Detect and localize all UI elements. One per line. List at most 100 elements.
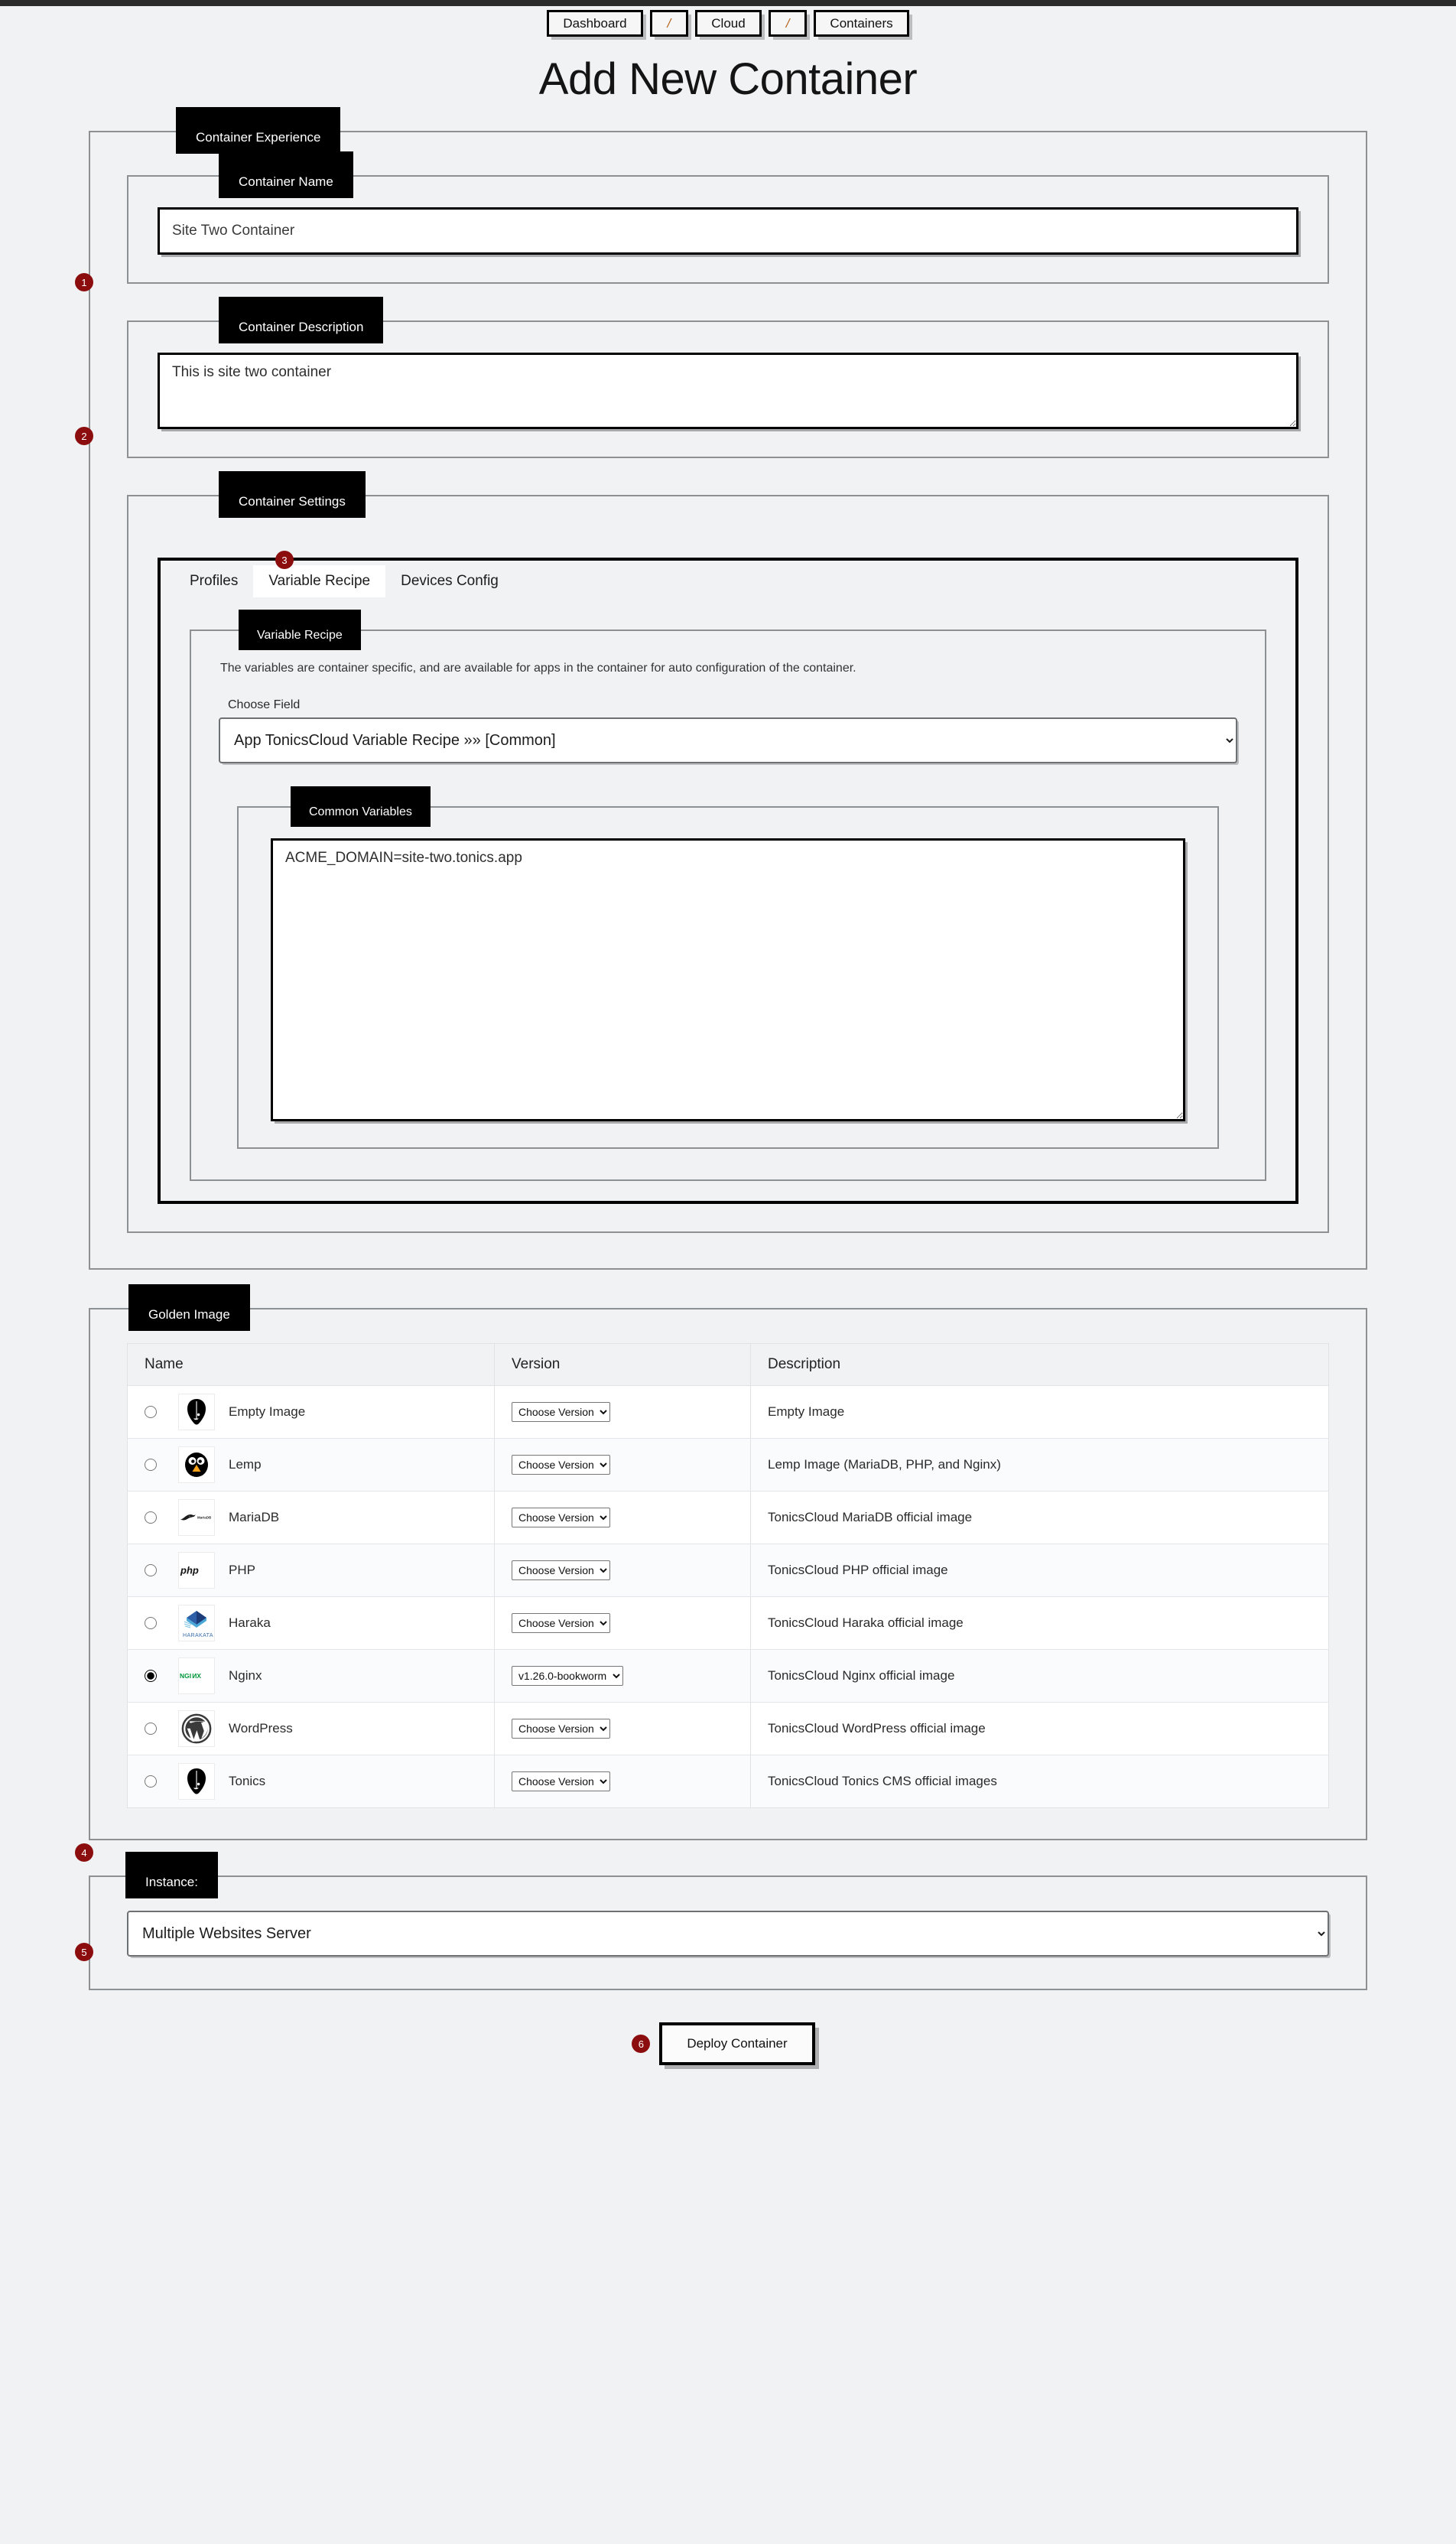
- column-header-name: Name: [127, 1343, 495, 1386]
- column-header-description: Description: [750, 1343, 1329, 1386]
- image-name-label: WordPress: [229, 1721, 293, 1736]
- version-select[interactable]: Choose Version: [512, 1402, 610, 1422]
- container-description-legend: Container Description: [219, 297, 384, 343]
- instance-select[interactable]: Multiple Websites Server: [127, 1911, 1329, 1957]
- golden-image-wrap: 4 Golden Image Name Version Description …: [75, 1284, 1367, 1862]
- table-row[interactable]: Tonics Choose Version TonicsCloud Tonics C…: [127, 1755, 1329, 1808]
- image-name-label: Haraka: [229, 1615, 271, 1630]
- common-variables-textarea[interactable]: ACME_DOMAIN=site-two.tonics.app: [271, 838, 1185, 1121]
- svg-text:NGI: NGI: [180, 1672, 191, 1680]
- image-radio-mariadb[interactable]: [145, 1511, 157, 1524]
- golden-image-legend: Golden Image: [128, 1284, 250, 1331]
- instance-legend: Instance:: [125, 1852, 218, 1898]
- mariadb-seal-icon: MariaDB: [178, 1499, 215, 1536]
- container-description-fieldset: Container Description This is site two c…: [127, 297, 1329, 458]
- image-radio-tonics[interactable]: [145, 1775, 157, 1788]
- version-select[interactable]: Choose Version: [512, 1719, 610, 1739]
- image-name-label: MariaDB: [229, 1510, 280, 1524]
- container-experience-legend: Container Experience: [176, 107, 341, 154]
- table-row[interactable]: Lemp Choose Version Lemp Image (MariaDB, P…: [127, 1438, 1329, 1492]
- cell-version: Choose Version: [494, 1702, 751, 1755]
- common-variables-legend: Common Variables: [291, 786, 431, 827]
- cell-name: HARAKATAL Haraka: [127, 1596, 495, 1650]
- breadcrumb: Dashboard / Cloud / Containers: [0, 6, 1456, 37]
- version-select[interactable]: Choose Version: [512, 1613, 610, 1633]
- table-row[interactable]: MariaDB MariaDB Choose Version TonicsCloud …: [127, 1491, 1329, 1544]
- nginx-icon: NGI XN: [178, 1658, 215, 1694]
- table-row[interactable]: WordPress Choose Version TonicsCloud WordP…: [127, 1702, 1329, 1755]
- tab-variable-recipe[interactable]: Variable Recipe: [253, 565, 386, 597]
- container-description-textarea[interactable]: This is site two container: [158, 353, 1298, 429]
- wordpress-icon: [178, 1710, 215, 1747]
- image-name-label: Tonics: [229, 1774, 266, 1788]
- cell-name: WordPress: [127, 1702, 495, 1755]
- image-radio-lemp[interactable]: [145, 1459, 157, 1471]
- column-header-version: Version: [494, 1343, 751, 1386]
- container-experience-wrap: 1 2 Container Experience Container Name …: [75, 107, 1367, 1270]
- deploy-container-button[interactable]: Deploy Container: [659, 2022, 815, 2065]
- container-settings-fieldset: Container Settings 3 Profiles Variable R…: [127, 471, 1329, 1233]
- image-radio-nginx[interactable]: [145, 1670, 157, 1682]
- cell-name: Empty Image: [127, 1385, 495, 1439]
- table-row[interactable]: php PHP Choose Version TonicsCloud PHP offi…: [127, 1544, 1329, 1597]
- penguin-icon: [178, 1446, 215, 1483]
- container-name-fieldset: Container Name: [127, 151, 1329, 284]
- step-badge-3: 3: [275, 551, 294, 569]
- variable-recipe-fieldset: Variable Recipe The variables are contai…: [190, 610, 1266, 1181]
- image-radio-haraka[interactable]: [145, 1617, 157, 1629]
- common-variables-fieldset: Common Variables ACME_DOMAIN=site-two.to…: [237, 786, 1219, 1149]
- deploy-row: 6 Deploy Container: [0, 2022, 1456, 2065]
- top-accent-bar: [0, 0, 1456, 6]
- version-select[interactable]: Choose Version: [512, 1560, 610, 1580]
- cell-name: Lemp: [127, 1438, 495, 1492]
- haraka-icon: HARAKATAL: [178, 1605, 215, 1641]
- breadcrumb-dashboard[interactable]: Dashboard: [547, 10, 643, 37]
- svg-text:XN: XN: [192, 1672, 201, 1680]
- php-icon: php: [178, 1552, 215, 1589]
- table-row[interactable]: HARAKATAL Haraka Choose Version TonicsCloud…: [127, 1596, 1329, 1650]
- version-select[interactable]: Choose Version: [512, 1455, 610, 1475]
- cell-description: TonicsCloud MariaDB official image: [750, 1491, 1329, 1544]
- cell-version: Choose Version: [494, 1491, 751, 1544]
- instance-wrap: 5 Instance: Multiple Websites Server: [75, 1852, 1367, 1990]
- cell-version: Choose Version: [494, 1438, 751, 1492]
- golden-image-fieldset: Golden Image Name Version Description Em…: [89, 1284, 1367, 1840]
- step-badge-5: 5: [75, 1943, 93, 1961]
- page-title: Add New Container: [538, 54, 918, 104]
- cell-name: Tonics: [127, 1755, 495, 1808]
- golden-image-table: Name Version Description Empty Image Choo…: [127, 1343, 1329, 1808]
- cell-description: TonicsCloud PHP official image: [750, 1544, 1329, 1597]
- tab-profiles[interactable]: Profiles: [174, 565, 253, 597]
- settings-tablist: Profiles Variable Recipe Devices Config: [161, 561, 1295, 597]
- table-row[interactable]: NGI XN Nginx v1.26.0-bookworm TonicsCloud Ng…: [127, 1649, 1329, 1703]
- version-select[interactable]: Choose Version: [512, 1508, 610, 1527]
- cell-description: TonicsCloud Nginx official image: [750, 1649, 1329, 1703]
- cell-version: Choose Version: [494, 1385, 751, 1439]
- tab-devices-config[interactable]: Devices Config: [385, 565, 514, 597]
- image-radio-php[interactable]: [145, 1564, 157, 1576]
- container-name-input[interactable]: [158, 207, 1298, 255]
- step-badge-6: 6: [632, 2035, 651, 2053]
- cell-version: Choose Version: [494, 1755, 751, 1808]
- image-radio-wordpress[interactable]: [145, 1723, 157, 1735]
- breadcrumb-containers[interactable]: Containers: [814, 10, 909, 37]
- image-radio-empty-image[interactable]: [145, 1406, 157, 1418]
- image-name-label: Lemp: [229, 1457, 262, 1472]
- tonics-mask-icon: [178, 1394, 215, 1430]
- svg-text:HARAKATAL: HARAKATAL: [183, 1633, 213, 1638]
- cell-version: v1.26.0-bookworm: [494, 1649, 751, 1703]
- cell-name: NGI XN Nginx: [127, 1649, 495, 1703]
- version-select[interactable]: Choose Version: [512, 1771, 610, 1791]
- table-header-row: Name Version Description: [127, 1343, 1329, 1386]
- breadcrumb-separator-1: /: [649, 10, 689, 37]
- table-row[interactable]: Empty Image Choose Version Empty Image: [127, 1385, 1329, 1439]
- settings-tab-panel: 3 Profiles Variable Recipe Devices Confi…: [158, 551, 1298, 1204]
- image-name-label: PHP: [229, 1563, 255, 1577]
- breadcrumb-cloud[interactable]: Cloud: [695, 10, 762, 37]
- svg-text:php: php: [180, 1565, 199, 1576]
- version-select[interactable]: v1.26.0-bookworm: [512, 1666, 623, 1686]
- step-badge-1: 1: [75, 273, 93, 291]
- image-name-label: Nginx: [229, 1668, 262, 1683]
- golden-image-table-body: Empty Image Choose Version Empty Image Lemp…: [127, 1385, 1329, 1808]
- choose-field-select[interactable]: App TonicsCloud Variable Recipe »» [Comm…: [219, 717, 1237, 763]
